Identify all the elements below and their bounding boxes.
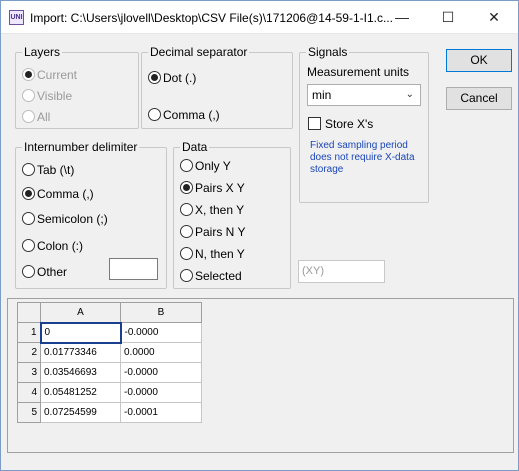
table-cell[interactable]: 0.0000 — [120, 342, 202, 363]
app-icon: UNI — [9, 10, 24, 25]
table-row: 5 0.07254599 -0.0001 — [17, 402, 202, 423]
table-cell[interactable]: 0 — [39, 321, 122, 344]
table-cell[interactable]: 0.05481252 — [40, 382, 121, 403]
maximize-button[interactable]: ☐ — [425, 1, 471, 33]
signals-group: Signals Measurement units min ⌄ Store X'… — [299, 45, 429, 203]
table-row: 1 0 -0.0000 — [17, 321, 202, 344]
data-option-pairs-ny[interactable]: Pairs N Y — [180, 224, 245, 240]
layers-option-current[interactable]: Current — [22, 67, 77, 83]
table-cell[interactable]: -0.0001 — [120, 402, 202, 423]
sampling-info-text: Fixed sampling period does not require X… — [310, 140, 415, 175]
data-group: Data Only Y Pairs X Y X, then Y Pairs N … — [173, 140, 291, 289]
selected-data-field[interactable]: (XY) — [298, 260, 385, 283]
decimal-option-dot[interactable]: Dot (.) — [148, 70, 196, 86]
table-cell[interactable]: -0.0000 — [120, 322, 202, 343]
decimal-option-comma[interactable]: Comma (,) — [148, 107, 220, 123]
data-option-only-y[interactable]: Only Y — [180, 158, 231, 174]
table-cell[interactable]: 0.03546693 — [40, 362, 121, 383]
delimiter-option-other[interactable]: Other — [22, 264, 67, 280]
table-header-row: A B — [17, 302, 202, 323]
table-cell[interactable]: -0.0000 — [120, 382, 202, 403]
radio-icon — [148, 71, 161, 84]
store-x-checkbox[interactable]: Store X's — [308, 116, 373, 132]
title-bar[interactable]: UNI Import: C:\Users\jlovell\Desktop\CSV… — [1, 1, 518, 34]
layers-legend: Layers — [22, 45, 63, 59]
delimiter-option-semicolon[interactable]: Semicolon (;) — [22, 211, 108, 227]
table-row: 2 0.01773346 0.0000 — [17, 342, 202, 363]
minimize-button[interactable]: — — [379, 1, 425, 33]
decimal-separator-group: Decimal separator Dot (.) Comma (,) — [141, 45, 293, 129]
signals-legend: Signals — [306, 45, 350, 59]
data-table: A B 1 0 -0.0000 2 0.01773346 0.0000 3 0.… — [17, 302, 202, 423]
checkbox-icon — [308, 117, 321, 130]
radio-icon — [180, 181, 193, 194]
data-preview-grid: A B 1 0 -0.0000 2 0.01773346 0.0000 3 0.… — [7, 298, 514, 453]
delimiter-option-colon[interactable]: Colon (:) — [22, 238, 83, 254]
delimiter-option-comma[interactable]: Comma (,) — [22, 186, 94, 202]
radio-icon — [148, 108, 161, 121]
table-row: 4 0.05481252 -0.0000 — [17, 382, 202, 403]
cancel-button[interactable]: Cancel — [446, 87, 512, 110]
row-header[interactable]: 1 — [17, 322, 41, 343]
corner-cell[interactable] — [17, 302, 41, 323]
radio-icon — [22, 212, 35, 225]
radio-icon — [22, 187, 35, 200]
radio-icon — [180, 203, 193, 216]
delimiter-group: Internumber delimiter Tab (\t) Comma (,)… — [15, 140, 167, 289]
close-button[interactable]: ✕ — [471, 1, 517, 33]
measurement-units-select[interactable]: min ⌄ — [307, 84, 421, 106]
import-dialog: UNI Import: C:\Users\jlovell\Desktop\CSV… — [0, 0, 519, 471]
data-legend: Data — [180, 140, 210, 154]
delimiter-legend: Internumber delimiter — [22, 140, 140, 154]
decimal-separator-legend: Decimal separator — [148, 45, 250, 59]
radio-icon — [22, 89, 35, 102]
row-header[interactable]: 4 — [17, 382, 41, 403]
column-header-b[interactable]: B — [120, 302, 202, 323]
column-header-a[interactable]: A — [40, 302, 121, 323]
table-cell[interactable]: 0.01773346 — [40, 342, 121, 363]
row-header[interactable]: 3 — [17, 362, 41, 383]
table-cell[interactable]: -0.0000 — [120, 362, 202, 383]
radio-icon — [180, 247, 193, 260]
radio-icon — [22, 68, 35, 81]
radio-icon — [22, 265, 35, 278]
radio-icon — [22, 163, 35, 176]
data-option-n-then-y[interactable]: N, then Y — [180, 246, 245, 262]
layers-group: Layers Current Visible All — [15, 45, 139, 129]
window-title: Import: C:\Users\jlovell\Desktop\CSV Fil… — [30, 11, 393, 25]
radio-icon — [22, 110, 35, 123]
row-header[interactable]: 2 — [17, 342, 41, 363]
other-delimiter-input[interactable] — [109, 258, 158, 280]
data-option-selected[interactable]: Selected — [180, 268, 242, 284]
chevron-down-icon: ⌄ — [405, 89, 414, 100]
table-row: 3 0.03546693 -0.0000 — [17, 362, 202, 383]
radio-icon — [180, 269, 193, 282]
delimiter-option-tab[interactable]: Tab (\t) — [22, 162, 74, 178]
layers-option-visible[interactable]: Visible — [22, 88, 72, 104]
measurement-units-label: Measurement units — [307, 65, 410, 79]
radio-icon — [22, 239, 35, 252]
row-header[interactable]: 5 — [17, 402, 41, 423]
radio-icon — [180, 225, 193, 238]
radio-icon — [180, 159, 193, 172]
data-option-pairs-xy[interactable]: Pairs X Y — [180, 180, 245, 196]
ok-button[interactable]: OK — [446, 49, 512, 72]
table-cell[interactable]: 0.07254599 — [40, 402, 121, 423]
data-option-x-then-y[interactable]: X, then Y — [180, 202, 244, 218]
layers-option-all[interactable]: All — [22, 109, 50, 125]
